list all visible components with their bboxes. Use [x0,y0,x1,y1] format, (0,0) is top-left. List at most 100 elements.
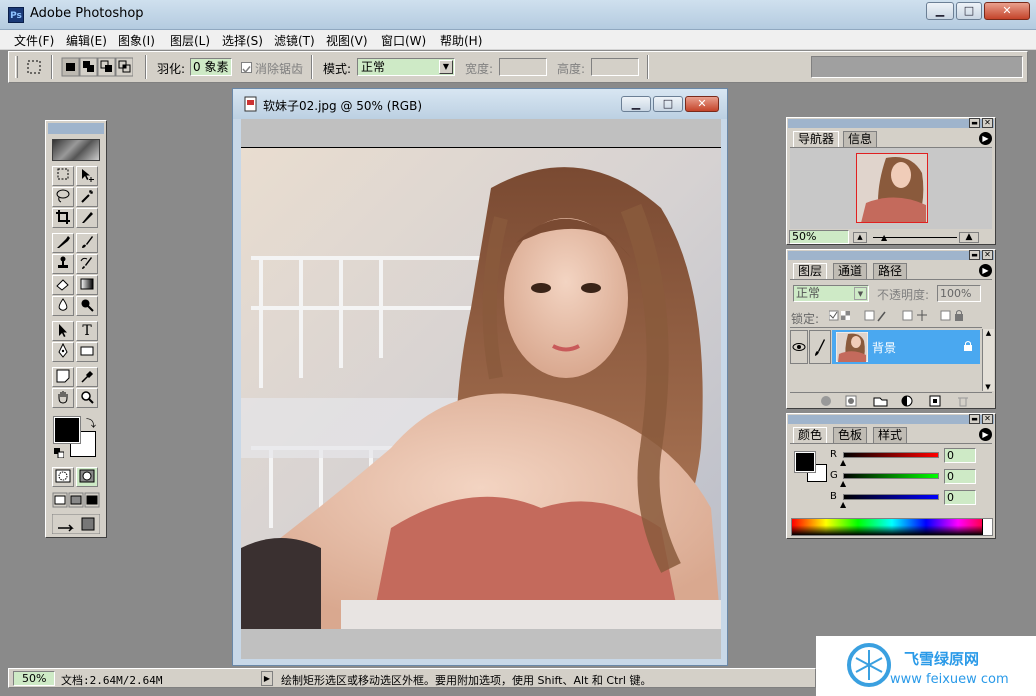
clone-stamp-tool-icon[interactable] [52,254,74,274]
dodge-tool-icon[interactable] [76,296,98,316]
marquee-tool-icon[interactable] [52,166,74,186]
layer-link-toggle[interactable] [809,330,831,364]
navigator-zoom-field[interactable]: 50% [789,230,849,244]
palette-menu-icon[interactable]: ▶ [979,428,992,441]
canvas-image[interactable] [241,148,721,629]
hand-tool-icon[interactable] [52,388,74,408]
chevron-down-icon[interactable]: ▼ [854,287,867,300]
scroll-down-icon[interactable]: ▼ [983,383,993,391]
palette-minimize-icon[interactable]: ▬ [969,250,980,260]
style-select[interactable]: 正常 ▼ [357,58,455,76]
options-grip[interactable] [15,56,18,78]
path-selection-tool-icon[interactable] [52,321,74,341]
color-ramp[interactable] [791,518,993,536]
menu-window[interactable]: 窗口(W) [381,32,426,49]
layers-titlebar[interactable] [788,251,994,260]
adobe-online-icon[interactable] [52,139,100,161]
tab-color[interactable]: 颜色 [793,427,828,443]
layer-row-selected[interactable]: 背景 [832,330,980,364]
tab-info[interactable]: 信息 [843,131,878,147]
palette-menu-icon[interactable]: ▶ [979,264,992,277]
tab-layers[interactable]: 图层 [793,263,828,279]
tab-swatches[interactable]: 色板 [833,427,868,443]
palette-menu-icon[interactable]: ▶ [979,132,992,145]
zoom-out-icon[interactable]: ▲ [853,232,867,243]
palette-close-icon[interactable]: ✕ [982,250,993,260]
doc-maximize-button[interactable]: □ [653,96,683,112]
jump-to-imageready-icon[interactable] [51,513,101,535]
channel-r-field[interactable]: 0 [944,448,976,463]
chevron-down-icon[interactable]: ▼ [439,60,453,74]
lasso-tool-icon[interactable] [52,187,74,207]
quick-mask-mode-icon[interactable] [76,467,98,487]
history-brush-icon[interactable] [76,254,98,274]
menu-filter[interactable]: 滤镜(T) [274,32,315,49]
menu-help[interactable]: 帮助(H) [440,32,482,49]
tab-navigator[interactable]: 导航器 [793,131,840,147]
close-button[interactable]: ✕ [984,2,1030,20]
channel-b-field[interactable]: 0 [944,490,976,505]
menu-file[interactable]: 文件(F) [14,32,54,49]
menu-layer[interactable]: 图层(L) [170,32,210,49]
type-tool-icon[interactable]: T [76,321,98,341]
blur-tool-icon[interactable] [52,296,74,316]
document-titlebar[interactable]: 软妹子02.jpg @ 50% (RGB) ▁ □ ✕ [233,89,727,119]
move-tool-icon[interactable] [76,166,98,186]
marquee-preset-icon[interactable] [25,58,43,76]
channel-g-field[interactable]: 0 [944,469,976,484]
slice-tool-icon[interactable] [76,208,98,228]
eyedropper-tool-icon[interactable] [76,367,98,387]
title-bar[interactable]: Ps Adobe Photoshop ▁ □ ✕ [0,0,1036,30]
gradient-tool-icon[interactable] [76,275,98,295]
antialias-checkbox[interactable] [241,62,252,74]
maximize-button[interactable]: □ [956,2,982,20]
navigator-titlebar[interactable] [788,119,994,128]
opacity-field[interactable]: 100% [937,285,981,302]
status-zoom-field[interactable]: 50% [13,671,55,686]
slider-handle-icon[interactable]: ▲ [840,500,846,509]
rectangle-tool-icon[interactable] [76,342,98,362]
foreground-color-swatch[interactable] [53,416,81,444]
menu-image[interactable]: 图象(I) [118,32,155,49]
palette-close-icon[interactable]: ✕ [982,414,993,424]
slider-handle-icon[interactable]: ▲ [840,479,846,488]
eraser-tool-icon[interactable] [52,275,74,295]
palette-close-icon[interactable]: ✕ [982,118,993,128]
slider-handle-icon[interactable]: ▲ [840,458,846,467]
layers-scrollbar[interactable]: ▲ ▼ [982,329,994,391]
menu-view[interactable]: 视图(V) [326,32,368,49]
feather-field[interactable]: 0 象素 [190,58,232,76]
doc-minimize-button[interactable]: ▁ [621,96,651,112]
magic-wand-tool-icon[interactable] [76,187,98,207]
default-colors-icon[interactable] [54,447,65,459]
zoom-slider-handle[interactable]: ▲ [881,233,887,242]
brush-tool-icon[interactable] [76,233,98,253]
tab-channels[interactable]: 通道 [833,263,868,279]
scroll-up-icon[interactable]: ▲ [983,329,994,337]
swap-colors-icon[interactable]: ⤵ [86,415,96,430]
channel-r-slider[interactable] [843,452,939,458]
healing-brush-icon[interactable] [52,233,74,253]
crop-tool-icon[interactable] [52,208,74,228]
palette-minimize-icon[interactable]: ▬ [969,118,980,128]
notes-tool-icon[interactable] [52,367,74,387]
doc-close-button[interactable]: ✕ [685,96,719,112]
minimize-button[interactable]: ▁ [926,2,954,20]
navigator-thumbnail[interactable] [856,153,928,223]
menu-select[interactable]: 选择(S) [222,32,263,49]
standard-mode-icon[interactable] [52,467,74,487]
status-menu-arrow-icon[interactable]: ▶ [261,671,273,686]
layer-visibility-toggle[interactable] [790,330,808,364]
color-foreground-swatch[interactable] [794,451,816,473]
zoom-tool-icon[interactable] [76,388,98,408]
channel-b-slider[interactable] [843,494,939,500]
width-field[interactable] [499,58,547,76]
toolbox-titlebar[interactable] [48,123,104,134]
zoom-in-icon[interactable]: ▲ [959,232,979,243]
blend-mode-select[interactable]: 正常 ▼ [793,285,869,302]
channel-g-slider[interactable] [843,473,939,479]
color-titlebar[interactable] [788,415,994,424]
height-field[interactable] [591,58,639,76]
menu-edit[interactable]: 编辑(E) [66,32,107,49]
tab-paths[interactable]: 路径 [873,263,908,279]
